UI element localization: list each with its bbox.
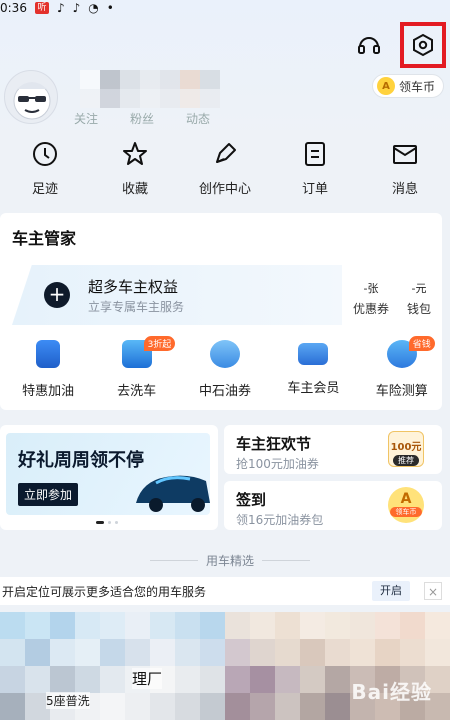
service-owner-membership[interactable]: 车主会员 [270,340,356,400]
checkin-card[interactable]: 签到 领16元加油券包 A 领车币 [224,481,442,530]
coin-tag: 领车币 [390,507,422,517]
quick-item-favorites[interactable]: 收藏 [95,140,175,202]
location-text: 开启定位可展示更多适合您的用车服务 [2,584,207,599]
enable-location-button[interactable]: 开启 [372,581,410,601]
coupon-count: -张 [363,282,379,295]
claim-coins-button[interactable]: A 领车币 [371,74,444,98]
follow-stats: 关注 粉丝 动态 [74,110,210,127]
divider-label: 用车精选 [206,554,255,568]
snapchat-icon: ◔ [88,1,99,15]
carousel-indicator [96,521,118,524]
savings-badge: 省钱 [408,336,435,351]
star-icon [123,142,147,165]
card-subtitle: 抢100元加油券 [236,457,319,471]
settings-icon[interactable] [408,30,438,60]
service-petrochina-coupon[interactable]: 中石油券 [182,340,268,400]
discount-badge: 3折起 [143,336,176,351]
section-title: 车主管家 [12,229,77,248]
quick-menu: 足迹 收藏 创作中心 订单 消息 [0,140,450,202]
shop-name: 理厂 [132,668,163,689]
wallet-amount: -元 [411,282,427,295]
service-label: 去洗车 [117,384,157,399]
coin-badge-icon: A 领车币 [388,487,424,523]
order-icon [305,142,325,166]
status-bar: 0:36 听 ♪ ♪ ◔ • [0,0,450,16]
recommend-tag: 推荐 [393,455,419,466]
service-discount-fuel[interactable]: 特惠加油 [5,340,91,400]
quick-label: 收藏 [121,182,148,197]
coupon-icon [209,340,240,368]
fuel-icon [36,340,61,368]
baidu-watermark: Bai经验 [351,680,432,704]
quick-item-messages[interactable]: 消息 [365,140,445,202]
app-badge: 听 [34,2,49,14]
profile-section: 关注 粉丝 动态 A 领车币 [0,64,450,128]
benefit-title: 超多车主权益 [88,278,179,296]
quick-label: 消息 [391,182,418,197]
quick-item-creator-center[interactable]: 创作中心 [185,140,265,202]
follow-label[interactable]: 关注 [74,110,98,127]
indicator-dot-active [96,521,104,524]
tiktok-icon: ♪ [72,1,81,15]
plus-icon[interactable]: + [44,282,70,308]
quick-item-footprint[interactable]: 足迹 [5,140,85,202]
tiktok-icon: ♪ [56,1,65,15]
quick-label: 订单 [301,182,328,197]
quick-label: 创作中心 [198,182,251,197]
carnival-card[interactable]: 车主狂欢节 抢100元加油券 100元 推荐 [224,425,442,474]
mail-icon [393,145,417,164]
coin-icon: A [376,77,395,95]
card-title: 车主狂欢节 [236,435,312,453]
quick-item-orders[interactable]: 订单 [275,140,355,202]
avatar[interactable] [4,70,58,124]
benefit-subtitle: 立享专属车主服务 [88,300,185,314]
blurred-username [80,70,220,108]
quick-label: 足迹 [31,182,58,197]
service-car-wash[interactable]: 3折起 去洗车 [94,336,180,400]
claim-coins-label: 领车币 [398,79,435,94]
coupon-stat[interactable]: -张 优惠券 [346,280,396,317]
promo-card[interactable] [0,425,218,530]
service-label: 车险测算 [375,384,428,399]
owner-services: 特惠加油 3折起 去洗车 中石油券 车主会员 省钱 车险测算 [0,336,450,400]
header-actions [354,22,446,68]
service-label: 车主会员 [287,381,340,396]
settings-highlight [400,22,446,68]
voucher-amount: 100元 [390,442,422,453]
indicator-dot [115,521,118,524]
pen-icon [216,143,236,163]
clock-icon [33,142,57,166]
fuel-voucher-icon: 100元 推荐 [388,431,424,467]
fans-label[interactable]: 粉丝 [130,110,154,127]
promo-title: 好礼周周领不停 [18,450,144,471]
card-title: 签到 [236,491,267,509]
indicator-dot [108,521,111,524]
card-subtitle: 领16元加油券包 [236,513,324,527]
service-insurance-quote[interactable]: 省钱 车险测算 [359,336,445,400]
posts-label[interactable]: 动态 [186,110,210,127]
wallet-stat[interactable]: -元 钱包 [394,280,444,317]
coin-letter: A [400,491,412,507]
headset-icon[interactable] [354,30,384,60]
dot-icon: • [106,1,114,15]
section-divider: 用车精选 [150,552,311,569]
location-prompt: 开启定位可展示更多适合您的用车服务 开启 × [0,577,450,605]
service-label: 特惠加油 [22,384,75,399]
service-label: 中石油券 [198,384,251,399]
coupon-label: 优惠券 [352,302,389,316]
join-now-button[interactable]: 立即参加 [18,483,79,506]
close-icon[interactable]: × [424,582,442,600]
shop-service: 5座普洗 [46,692,90,709]
vip-card-icon [298,343,329,365]
clock-time: 0:36 [0,1,27,15]
wallet-label: 钱包 [406,302,431,316]
